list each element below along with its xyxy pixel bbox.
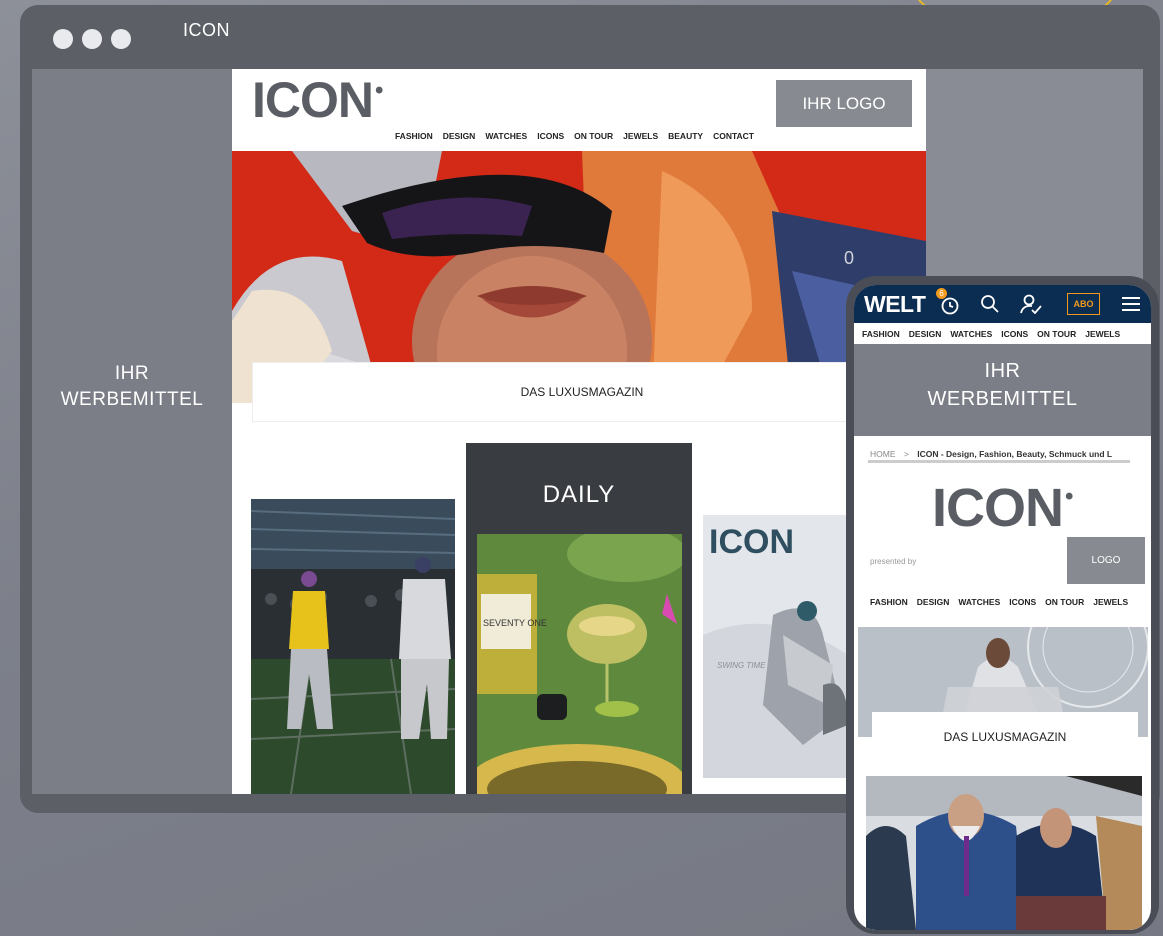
breadcrumb-scrollbar[interactable]	[868, 460, 1130, 463]
window-title: ICON	[183, 20, 230, 40]
window-dot-icon[interactable]	[111, 29, 131, 49]
phone-screen: WELT 6 ABO FASHION DESIGN WATCHES ICONS …	[854, 285, 1151, 930]
search-icon[interactable]	[980, 294, 1000, 319]
article-card-drinks[interactable]: SEVENTY ONE	[477, 534, 682, 794]
svg-text:0: 0	[844, 248, 854, 268]
menu-icon[interactable]	[1122, 296, 1140, 317]
mobile-nav: FASHION DESIGN WATCHES ICONS ON TOUR JEW…	[854, 323, 1151, 344]
nav-item-jewels[interactable]: JEWELS	[1093, 597, 1128, 607]
abo-button[interactable]: ABO	[1067, 293, 1100, 315]
nav-item-jewels[interactable]: JEWELS	[623, 131, 658, 141]
nav-item-beauty[interactable]: BEAUTY	[668, 131, 703, 141]
mobile-ad-banner[interactable]: IHR WERBEMITTEL	[854, 344, 1151, 436]
bottle-label: SEVENTY ONE	[483, 618, 547, 628]
mobile-section-nav: FASHION DESIGN WATCHES ICONS ON TOUR JEW…	[854, 597, 1151, 607]
cover-logo: ICON	[709, 523, 794, 561]
welt-logo[interactable]: WELT	[864, 291, 926, 318]
webpage: ICON• IHR LOGO FASHION DESIGN WATCHES IC…	[232, 69, 926, 794]
article-card-cover[interactable]: ICON SWING TIME	[703, 515, 848, 778]
nav-item-watches[interactable]: WATCHES	[958, 597, 1000, 607]
window-dot-icon[interactable]	[53, 29, 73, 49]
mobile-article-photo[interactable]	[866, 776, 1142, 930]
ad-label: IHR WERBEMITTEL	[927, 360, 1078, 410]
breadcrumb-current: ICON - Design, Fashion, Beauty, Schmuck …	[917, 449, 1113, 459]
nav-item-design[interactable]: DESIGN	[443, 131, 476, 141]
nav-item-on-tour[interactable]: ON TOUR	[1037, 329, 1076, 339]
ad-label: IHR WERBEMITTEL	[60, 363, 204, 410]
article-card-fashion-show[interactable]	[251, 499, 455, 794]
presented-by: presented by	[870, 557, 917, 566]
icon-logo[interactable]: ICON•	[252, 71, 383, 129]
window-dot-icon[interactable]	[82, 29, 102, 49]
icon-logo[interactable]: ICON•	[932, 477, 1073, 539]
user-icon[interactable]	[1020, 294, 1042, 319]
cover-text: SWING TIME	[717, 661, 766, 670]
welt-header: WELT 6 ABO	[854, 285, 1151, 323]
nav-item-fashion[interactable]: FASHION	[395, 131, 433, 141]
side-ad-banner[interactable]: IHR WERBEMITTEL	[32, 69, 232, 794]
daily-label: DAILY	[542, 481, 616, 508]
nav-item-jewels[interactable]: JEWELS	[1085, 329, 1120, 339]
nav-item-watches[interactable]: WATCHES	[950, 329, 992, 339]
daily-section[interactable]: DAILY SEVENTY ONE	[466, 443, 692, 794]
nav-item-watches[interactable]: WATCHES	[485, 131, 527, 141]
logo-placeholder[interactable]: LOGO	[1067, 537, 1145, 584]
breadcrumb-separator: >	[903, 449, 909, 459]
notification-badge: 6	[936, 288, 947, 299]
tagline-box: DAS LUXUSMAGAZIN	[872, 712, 1138, 762]
nav-item-design[interactable]: DESIGN	[909, 329, 942, 339]
main-nav: FASHION DESIGN WATCHES ICONS ON TOUR JEW…	[232, 131, 926, 141]
nav-item-fashion[interactable]: FASHION	[862, 329, 900, 339]
nav-item-contact[interactable]: CONTACT	[713, 131, 754, 141]
tagline-box: DAS LUXUSMAGAZIN	[252, 362, 912, 422]
nav-item-on-tour[interactable]: ON TOUR	[574, 131, 613, 141]
nav-item-fashion[interactable]: FASHION	[870, 597, 908, 607]
nav-item-on-tour[interactable]: ON TOUR	[1045, 597, 1084, 607]
nav-item-icons[interactable]: ICONS	[1009, 597, 1036, 607]
breadcrumb: HOME > ICON - Design, Fashion, Beauty, S…	[870, 449, 1112, 459]
nav-item-design[interactable]: DESIGN	[917, 597, 950, 607]
nav-item-icons[interactable]: ICONS	[537, 131, 564, 141]
nav-item-icons[interactable]: ICONS	[1001, 329, 1028, 339]
breadcrumb-home[interactable]: HOME	[870, 449, 896, 459]
logo-placeholder[interactable]: IHR LOGO	[776, 80, 912, 127]
